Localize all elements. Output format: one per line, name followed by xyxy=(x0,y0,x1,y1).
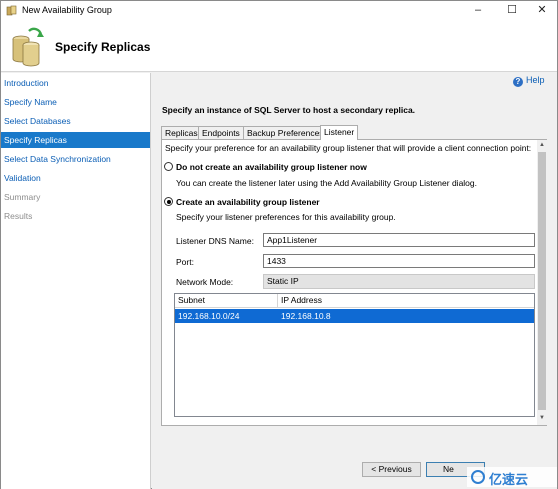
no-listener-label[interactable]: Do not create an availability group list… xyxy=(176,162,367,172)
vertical-scrollbar[interactable]: ▲ ▼ xyxy=(537,140,547,425)
scroll-thumb[interactable] xyxy=(538,152,546,410)
maximize-button[interactable]: ☐ xyxy=(497,1,527,21)
tab-replicas[interactable]: Replicas xyxy=(161,126,202,139)
main-panel: ? Help Specify an instance of SQL Server … xyxy=(152,73,557,489)
tab-endpoints[interactable]: Endpoints xyxy=(198,126,244,139)
availability-group-icon xyxy=(6,5,17,16)
maximize-icon: ☐ xyxy=(507,4,517,16)
subnet-cell: 192.168.10.0/24 xyxy=(178,311,240,321)
listener-preference-text: Specify your preference for an availabil… xyxy=(165,143,532,153)
subnet-column-header[interactable]: Subnet xyxy=(175,294,278,307)
watermark-text: 亿速云 xyxy=(489,472,529,487)
window-title: New Availability Group xyxy=(22,5,112,15)
help-link[interactable]: ? Help xyxy=(513,75,545,87)
tab-backup-preferences[interactable]: Backup Preferences xyxy=(243,126,328,139)
nav-item-introduction[interactable]: Introduction xyxy=(1,75,150,91)
create-listener-label[interactable]: Create an availability group listener xyxy=(176,197,320,207)
scroll-down-icon[interactable]: ▼ xyxy=(537,413,547,423)
nav-item-select-data-synchronization[interactable]: Select Data Synchronization xyxy=(1,151,150,167)
tab-listener[interactable]: Listener xyxy=(320,125,359,140)
page-title: Specify Replicas xyxy=(55,40,151,54)
table-row[interactable]: 192.168.10.0/24 192.168.10.8 xyxy=(175,309,534,323)
nav-item-validation[interactable]: Validation xyxy=(1,170,150,186)
listener-tab-panel: Specify your preference for an availabil… xyxy=(161,139,547,426)
create-listener-description: Specify your listener preferences for th… xyxy=(176,212,396,222)
wizard-header: Specify Replicas xyxy=(1,21,557,72)
no-listener-description: You can create the listener later using … xyxy=(176,178,477,188)
network-mode-label: Network Mode: xyxy=(176,277,234,287)
dns-name-label: Listener DNS Name: xyxy=(176,236,254,246)
nav-item-results: Results xyxy=(4,211,33,221)
minimize-button[interactable]: – xyxy=(463,1,493,21)
nav-item-summary: Summary xyxy=(4,192,41,202)
title-bar: New Availability Group – ☐ ✕ xyxy=(1,1,557,21)
close-button[interactable]: ✕ xyxy=(527,1,557,21)
ip-address-cell: 192.168.10.8 xyxy=(281,311,331,321)
wizard-window: New Availability Group – ☐ ✕ Specify Rep… xyxy=(0,0,558,489)
previous-button[interactable]: < Previous xyxy=(362,462,421,477)
nav-item-select-databases[interactable]: Select Databases xyxy=(1,113,150,129)
scroll-up-icon[interactable]: ▲ xyxy=(537,140,547,150)
no-listener-radio[interactable] xyxy=(164,162,173,171)
minimize-icon: – xyxy=(474,4,482,16)
ip-address-grid: Subnet IP Address 192.168.10.0/24 192.16… xyxy=(174,293,535,417)
network-mode-select[interactable]: Static IP xyxy=(263,274,535,289)
ip-address-column-header[interactable]: IP Address xyxy=(278,294,534,307)
dns-name-input[interactable]: App1Listener xyxy=(263,233,535,247)
nav-item-specify-name[interactable]: Specify Name xyxy=(1,94,150,110)
nav-item-specify-replicas[interactable]: Specify Replicas xyxy=(1,132,150,148)
grid-header: Subnet IP Address xyxy=(175,294,534,308)
help-label: Help xyxy=(526,75,545,85)
help-icon: ? xyxy=(513,77,523,87)
close-icon: ✕ xyxy=(537,4,547,16)
port-input[interactable]: 1433 xyxy=(263,254,535,268)
port-label: Port: xyxy=(176,257,194,267)
database-cluster-icon xyxy=(12,27,44,67)
create-listener-radio[interactable] xyxy=(164,197,173,206)
watermark: 亿速云 xyxy=(467,467,557,487)
instruction-text: Specify an instance of SQL Server to hos… xyxy=(162,105,416,115)
cloud-logo-icon xyxy=(471,470,485,484)
wizard-nav: Introduction Specify Name Select Databas… xyxy=(1,73,151,489)
